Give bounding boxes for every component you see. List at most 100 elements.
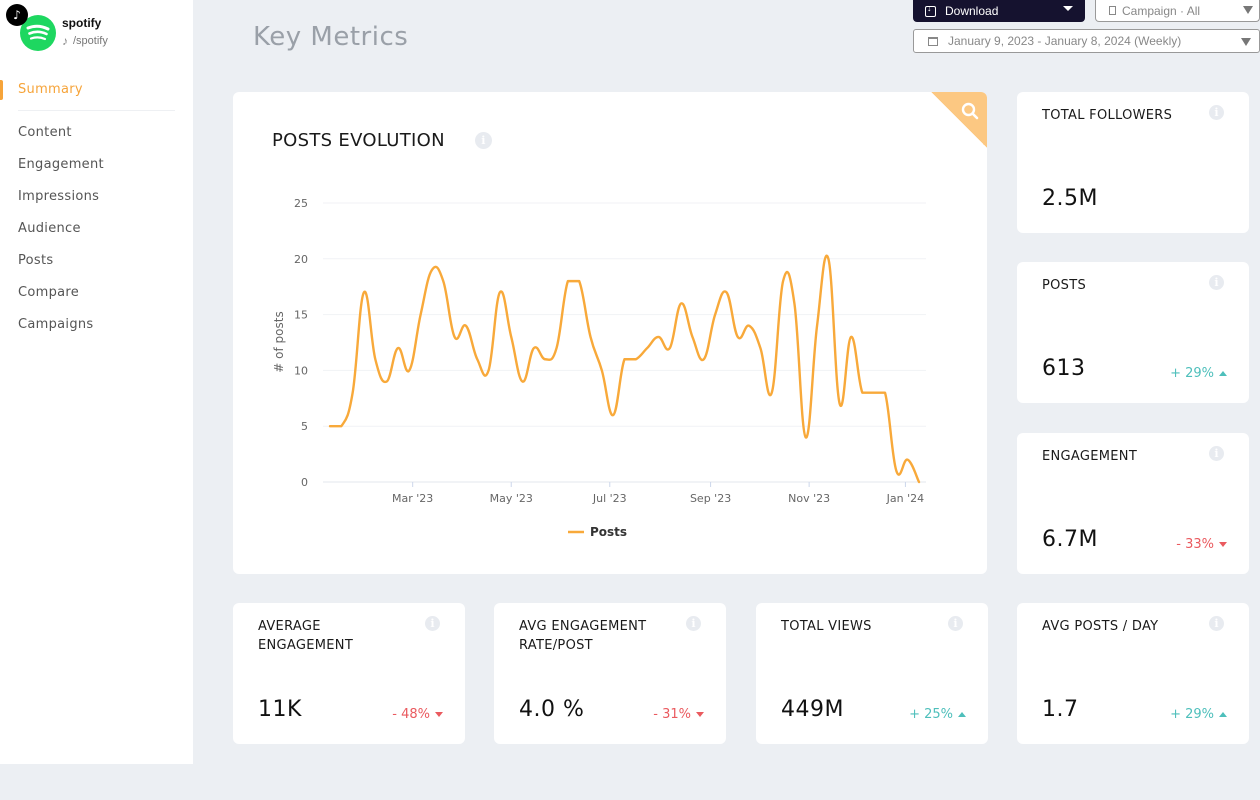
date-range-select[interactable]: January 9, 2023 - January 8, 2024 (Weekl… bbox=[913, 29, 1260, 53]
kpi-card-total-followers: TOTAL FOLLOWERS i 2.5M bbox=[1017, 92, 1249, 233]
data-point[interactable] bbox=[848, 334, 854, 340]
data-point[interactable] bbox=[791, 300, 797, 306]
sidebar-item-content[interactable]: Content bbox=[0, 117, 193, 149]
kpi-value: 2.5M bbox=[1042, 186, 1098, 211]
data-point[interactable] bbox=[497, 289, 503, 295]
legend[interactable]: Posts bbox=[568, 525, 627, 539]
trend-down-icon bbox=[435, 712, 443, 717]
data-point[interactable] bbox=[678, 300, 684, 306]
data-point[interactable] bbox=[689, 334, 695, 340]
data-point[interactable] bbox=[531, 345, 537, 351]
sidebar-nav: Summary Content Engagement Impressions A… bbox=[0, 78, 193, 341]
tiktok-small-icon: ♪ bbox=[62, 34, 68, 48]
data-point[interactable] bbox=[395, 345, 401, 351]
data-point[interactable] bbox=[576, 278, 582, 284]
data-point[interactable] bbox=[520, 379, 526, 385]
data-point[interactable] bbox=[474, 356, 480, 362]
sidebar-item-impressions[interactable]: Impressions bbox=[0, 181, 193, 213]
account-handle[interactable]: ♪ /spotify bbox=[62, 34, 108, 48]
data-point[interactable] bbox=[893, 468, 899, 474]
data-point[interactable] bbox=[554, 345, 560, 351]
data-point[interactable] bbox=[384, 379, 390, 385]
data-point[interactable] bbox=[837, 401, 843, 407]
data-point[interactable] bbox=[825, 256, 831, 262]
sidebar-item-compare[interactable]: Compare bbox=[0, 277, 193, 309]
data-point[interactable] bbox=[440, 278, 446, 284]
data-point[interactable] bbox=[905, 457, 911, 463]
data-point[interactable] bbox=[463, 323, 469, 329]
sidebar-item-audience[interactable]: Audience bbox=[0, 213, 193, 245]
date-range-value: January 9, 2023 - January 8, 2024 (Weekl… bbox=[948, 34, 1182, 48]
kpi-card-posts: POSTS i 613 + 29% bbox=[1017, 262, 1249, 403]
data-point[interactable] bbox=[610, 412, 616, 418]
data-point[interactable] bbox=[859, 390, 865, 396]
y-tick-label: 0 bbox=[301, 476, 308, 489]
data-point[interactable] bbox=[508, 334, 514, 340]
kpi-card-total-views: TOTAL VIEWS i 449M + 25% bbox=[756, 603, 988, 744]
info-icon[interactable]: i bbox=[1209, 275, 1224, 290]
info-icon[interactable]: i bbox=[686, 616, 701, 631]
data-point[interactable] bbox=[565, 278, 571, 284]
data-point[interactable] bbox=[486, 367, 492, 373]
info-icon[interactable]: i bbox=[1209, 105, 1224, 120]
kpi-card-engagement: ENGAGEMENT i 6.7M - 33% bbox=[1017, 433, 1249, 574]
data-point[interactable] bbox=[916, 479, 922, 485]
sidebar-item-posts[interactable]: Posts bbox=[0, 245, 193, 277]
kpi-title: TOTAL VIEWS bbox=[781, 619, 872, 634]
data-point[interactable] bbox=[701, 356, 707, 362]
info-icon[interactable]: i bbox=[1209, 446, 1224, 461]
data-point[interactable] bbox=[882, 390, 888, 396]
sidebar-item-summary[interactable]: Summary bbox=[0, 78, 193, 104]
account-name: spotify bbox=[62, 16, 102, 30]
sidebar-item-campaigns[interactable]: Campaigns bbox=[0, 309, 193, 341]
data-point[interactable] bbox=[588, 334, 594, 340]
data-point[interactable] bbox=[406, 367, 412, 373]
data-point[interactable] bbox=[769, 390, 775, 396]
kpi-value: 4.0 % bbox=[519, 697, 585, 722]
data-point[interactable] bbox=[327, 423, 333, 429]
y-axis-label: # of posts bbox=[272, 311, 286, 372]
y-tick-label: 25 bbox=[294, 197, 308, 210]
data-point[interactable] bbox=[735, 334, 741, 340]
data-point[interactable] bbox=[452, 334, 458, 340]
data-point[interactable] bbox=[361, 289, 367, 295]
sidebar-item-engagement[interactable]: Engagement bbox=[0, 149, 193, 181]
data-point[interactable] bbox=[780, 278, 786, 284]
data-point[interactable] bbox=[746, 323, 752, 329]
data-point[interactable] bbox=[429, 267, 435, 273]
data-point[interactable] bbox=[350, 390, 356, 396]
data-point[interactable] bbox=[644, 345, 650, 351]
data-point[interactable] bbox=[338, 423, 344, 429]
data-point[interactable] bbox=[599, 367, 605, 373]
x-tick-label: Mar '23 bbox=[392, 492, 433, 505]
data-point[interactable] bbox=[633, 356, 639, 362]
campaign-select[interactable]: Campaign · All bbox=[1095, 0, 1260, 22]
kpi-title: AVERAGE ENGAGEMENT bbox=[258, 619, 354, 653]
kpi-delta-text: - 48% bbox=[392, 707, 430, 722]
download-icon bbox=[925, 3, 936, 17]
data-point[interactable] bbox=[372, 356, 378, 362]
data-point[interactable] bbox=[757, 345, 763, 351]
kpi-card-avg-engagement-rate: AVG ENGAGEMENT RATE/POST i 4.0 % - 31% bbox=[494, 603, 726, 744]
kpi-value: 11K bbox=[258, 697, 302, 722]
kpi-value: 613 bbox=[1042, 356, 1086, 381]
kpi-value: 449M bbox=[781, 697, 844, 722]
y-tick-label: 15 bbox=[294, 309, 308, 322]
data-point[interactable] bbox=[712, 312, 718, 318]
data-point[interactable] bbox=[622, 356, 628, 362]
data-point[interactable] bbox=[803, 434, 809, 440]
data-point[interactable] bbox=[667, 345, 673, 351]
info-icon[interactable]: i bbox=[948, 616, 963, 631]
data-point[interactable] bbox=[655, 334, 661, 340]
x-tick-label: Sep '23 bbox=[690, 492, 731, 505]
data-point[interactable] bbox=[814, 323, 820, 329]
info-icon[interactable]: i bbox=[1209, 616, 1224, 631]
kpi-delta: - 31% bbox=[653, 707, 704, 722]
data-point[interactable] bbox=[418, 312, 424, 318]
download-button[interactable]: Download bbox=[913, 0, 1085, 22]
data-point[interactable] bbox=[723, 289, 729, 295]
info-icon[interactable]: i bbox=[425, 616, 440, 631]
data-point[interactable] bbox=[542, 356, 548, 362]
data-point[interactable] bbox=[871, 390, 877, 396]
legend-label-posts[interactable]: Posts bbox=[590, 525, 627, 539]
